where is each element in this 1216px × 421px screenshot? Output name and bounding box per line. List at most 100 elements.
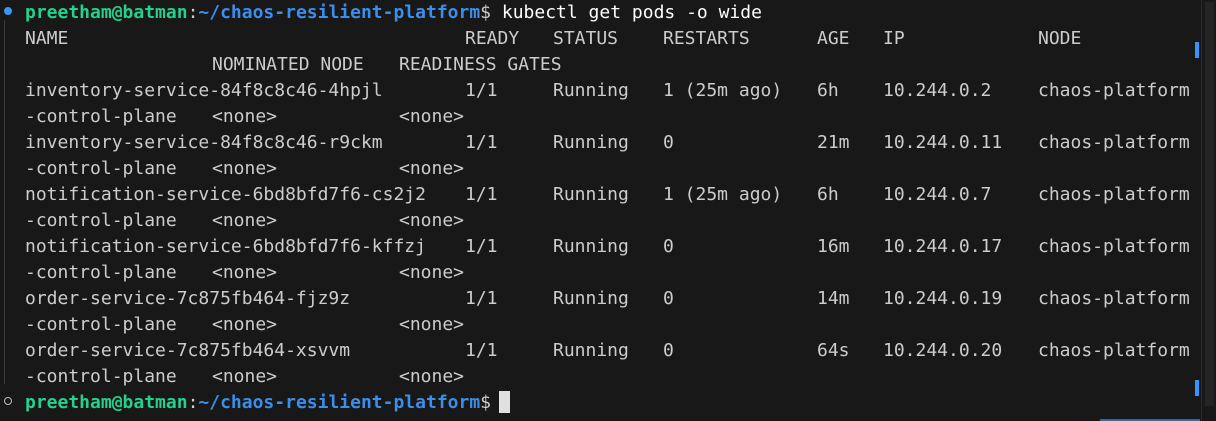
- pod-ready: 1/1: [465, 80, 498, 101]
- pod-status: Running: [553, 288, 629, 309]
- prompt-line-current[interactable]: preetham@batman:~/chaos-resilient-platfo…: [25, 390, 1195, 416]
- pod-readiness-gates: <none>: [399, 366, 465, 387]
- pod-node: chaos-platform: [1038, 236, 1190, 257]
- pod-ip: 10.244.0.7: [883, 184, 992, 205]
- prompt-separator: :: [187, 392, 199, 413]
- pod-node-continuation: -control-plane: [25, 314, 177, 335]
- prompt-path: ~/chaos-resilient-platform: [198, 2, 481, 23]
- pod-nominated-node: <none>: [212, 262, 278, 283]
- table-header-row: NAME READY STATUS RESTARTS AGE IP NODE: [25, 26, 1195, 52]
- table-row-wrap: -control-plane <none> <none>: [25, 312, 1195, 338]
- pod-ip: 10.244.0.17: [883, 236, 1003, 257]
- pod-node-continuation: -control-plane: [25, 158, 177, 179]
- table-row: inventory-service-84f8c8c46-4hpjl 1/1 Ru…: [25, 78, 1195, 104]
- command-output-gutter: [4, 20, 5, 384]
- table-row: order-service-7c875fb464-fjz9z 1/1 Runni…: [25, 286, 1195, 312]
- pod-restarts: 0: [663, 340, 674, 361]
- pod-status: Running: [553, 80, 629, 101]
- table-row: notification-service-6bd8bfd7f6-kffzj 1/…: [25, 234, 1195, 260]
- pod-restarts: 0: [663, 288, 674, 309]
- pod-age: 6h: [817, 80, 839, 101]
- pod-node-continuation: -control-plane: [25, 366, 177, 387]
- pod-readiness-gates: <none>: [399, 158, 465, 179]
- pod-status: Running: [553, 184, 629, 205]
- pod-ready: 1/1: [465, 184, 498, 205]
- prompt-path: ~/chaos-resilient-platform: [198, 392, 481, 413]
- pod-readiness-gates: <none>: [399, 106, 465, 127]
- pod-nominated-node: <none>: [212, 314, 278, 335]
- pod-status: Running: [553, 132, 629, 153]
- table-row: order-service-7c875fb464-xsvvm 1/1 Runni…: [25, 338, 1195, 364]
- prompt-dollar: $: [480, 392, 492, 413]
- pod-name: order-service-7c875fb464-xsvvm: [25, 340, 351, 361]
- table-row: inventory-service-84f8c8c46-r9ckm 1/1 Ru…: [25, 130, 1195, 156]
- pod-nominated-node: <none>: [212, 366, 278, 387]
- table-row-wrap: -control-plane <none> <none>: [25, 260, 1195, 286]
- header-restarts: RESTARTS: [663, 28, 750, 49]
- pod-ready: 1/1: [465, 288, 498, 309]
- table-header-row-wrap: NOMINATED NODE READINESS GATES: [25, 52, 1195, 78]
- pod-node: chaos-platform: [1038, 288, 1190, 309]
- pod-nominated-node: <none>: [212, 210, 278, 231]
- pod-readiness-gates: <none>: [399, 314, 465, 335]
- scrollbar-marker: [1195, 42, 1199, 58]
- pod-restarts: 1 (25m ago): [663, 80, 783, 101]
- pod-ready: 1/1: [465, 236, 498, 257]
- pod-node: chaos-platform: [1038, 340, 1190, 361]
- pod-name: notification-service-6bd8bfd7f6-kffzj: [25, 236, 426, 257]
- pod-node-continuation: -control-plane: [25, 262, 177, 283]
- header-readiness-gates: READINESS GATES: [399, 54, 562, 75]
- pod-ip: 10.244.0.2: [883, 80, 992, 101]
- pod-name: order-service-7c875fb464-fjz9z: [25, 288, 351, 309]
- header-node: NODE: [1038, 28, 1082, 49]
- pod-status: Running: [553, 236, 629, 257]
- terminal-output: preetham@batman:~/chaos-resilient-platfo…: [25, 0, 1195, 416]
- vertical-scrollbar[interactable]: [1201, 0, 1216, 421]
- text-cursor[interactable]: [499, 391, 511, 413]
- header-age: AGE: [817, 28, 850, 49]
- pod-ready: 1/1: [465, 340, 498, 361]
- command-text: kubectl get pods -o wide: [491, 2, 762, 23]
- header-ready: READY: [465, 28, 520, 49]
- prompt-user-host: preetham@batman: [25, 2, 188, 23]
- pod-node-continuation: -control-plane: [25, 106, 177, 127]
- pod-restarts: 0: [663, 132, 674, 153]
- table-row-wrap: -control-plane <none> <none>: [25, 208, 1195, 234]
- pod-age: 64s: [817, 340, 850, 361]
- pod-age: 21m: [817, 132, 850, 153]
- pod-age: 16m: [817, 236, 850, 257]
- pod-ip: 10.244.0.19: [883, 288, 1003, 309]
- pod-name: notification-service-6bd8bfd7f6-cs2j2: [25, 184, 426, 205]
- command-pending-decoration-icon[interactable]: [4, 397, 12, 405]
- pod-age: 6h: [817, 184, 839, 205]
- scrollbar-marker: [1195, 380, 1199, 396]
- prompt-line-command: preetham@batman:~/chaos-resilient-platfo…: [25, 0, 1195, 26]
- pod-node: chaos-platform: [1038, 80, 1190, 101]
- pod-readiness-gates: <none>: [399, 262, 465, 283]
- prompt-separator: :: [187, 2, 199, 23]
- table-row-wrap: -control-plane <none> <none>: [25, 364, 1195, 390]
- command-success-decoration-icon[interactable]: [4, 7, 12, 15]
- pod-node: chaos-platform: [1038, 132, 1190, 153]
- table-row: notification-service-6bd8bfd7f6-cs2j2 1/…: [25, 182, 1195, 208]
- pod-restarts: 0: [663, 236, 674, 257]
- header-status: STATUS: [553, 28, 619, 49]
- header-name: NAME: [25, 28, 69, 49]
- pod-readiness-gates: <none>: [399, 210, 465, 231]
- pod-node-continuation: -control-plane: [25, 210, 177, 231]
- pod-nominated-node: <none>: [212, 106, 278, 127]
- header-nominated-node: NOMINATED NODE: [212, 54, 364, 75]
- scrollbar-thumb[interactable]: [1205, 2, 1214, 406]
- pod-status: Running: [553, 340, 629, 361]
- prompt-dollar: $: [480, 2, 492, 23]
- pod-name: inventory-service-84f8c8c46-r9ckm: [25, 132, 383, 153]
- table-row-wrap: -control-plane <none> <none>: [25, 156, 1195, 182]
- terminal-window[interactable]: preetham@batman:~/chaos-resilient-platfo…: [0, 0, 1216, 421]
- pod-ready: 1/1: [465, 132, 498, 153]
- pod-ip: 10.244.0.20: [883, 340, 1003, 361]
- table-row-wrap: -control-plane <none> <none>: [25, 104, 1195, 130]
- header-ip: IP: [883, 28, 905, 49]
- pod-nominated-node: <none>: [212, 158, 278, 179]
- pod-node: chaos-platform: [1038, 184, 1190, 205]
- prompt-user-host: preetham@batman: [25, 392, 188, 413]
